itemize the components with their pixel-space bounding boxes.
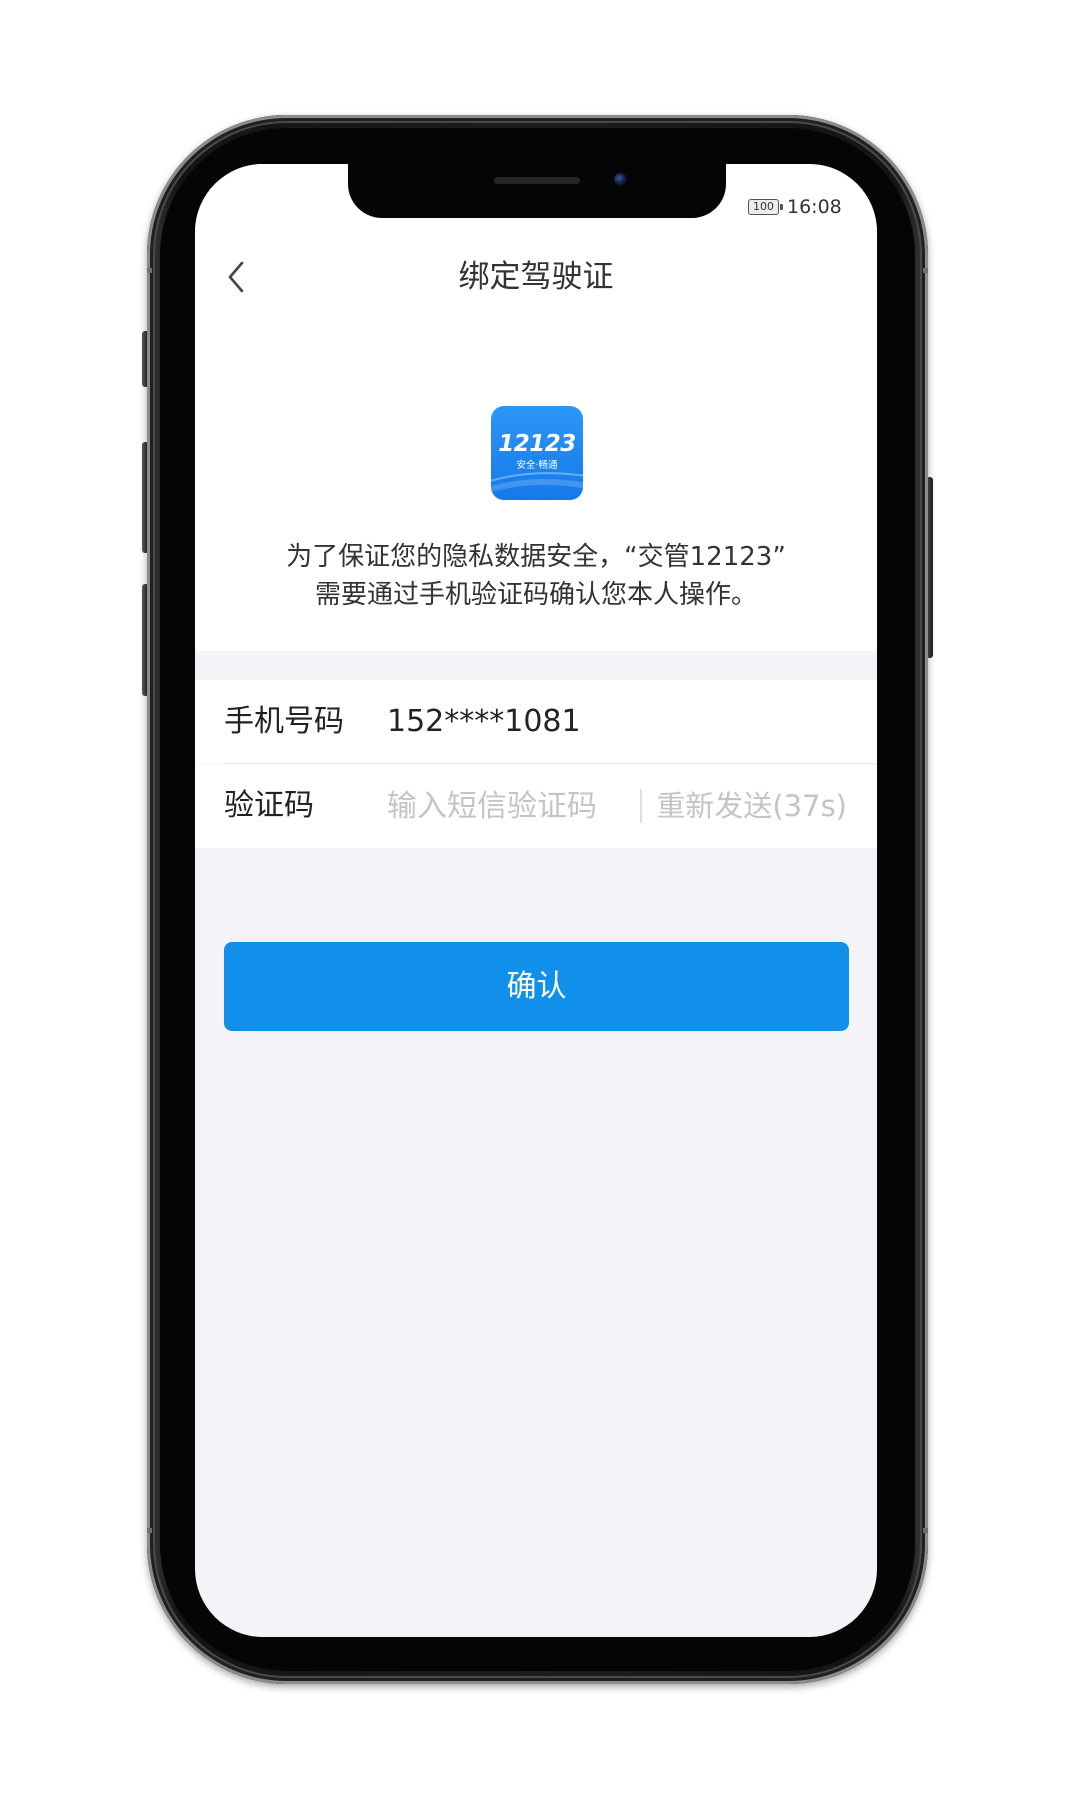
verification-code-label: 验证码 [224,788,314,823]
phone-number-label: 手机号码 [224,704,344,739]
phone-screen: 100 16:08 绑定驾驶证 12123 安全·畅通 为了保证您的隐私数据安全… [195,164,877,1637]
phone-number-row: 手机号码 152****1081 [195,680,877,763]
notch [348,164,726,218]
antenna-line [923,1528,928,1533]
confirm-button[interactable]: 确认 [224,942,849,1031]
antenna-line [147,1528,152,1533]
battery-icon: 100 [748,199,779,215]
page-title: 绑定驾驶证 [458,259,614,295]
front-camera-icon [614,173,627,186]
logo-sub-text: 安全·畅通 [516,460,558,471]
speaker-grille [494,177,580,184]
app-logo: 12123 安全·畅通 [491,406,583,500]
antenna-line [923,268,928,273]
resend-divider [640,789,642,823]
verification-code-row: 验证码 重新发送(37s) [195,764,877,848]
status-time: 16:08 [787,196,842,218]
description-line-1: 为了保证您的隐私数据安全，“交管12123” [286,542,786,572]
battery-tip [780,204,783,210]
verification-code-input[interactable] [387,785,627,827]
antenna-line [147,268,152,273]
resend-code-button[interactable]: 重新发送(37s) [656,764,847,848]
logo-main-text: 12123 [498,431,576,457]
phone-number-value: 152****1081 [387,704,581,739]
description-line-2: 需要通过手机验证码确认您本人操作。 [314,580,757,610]
